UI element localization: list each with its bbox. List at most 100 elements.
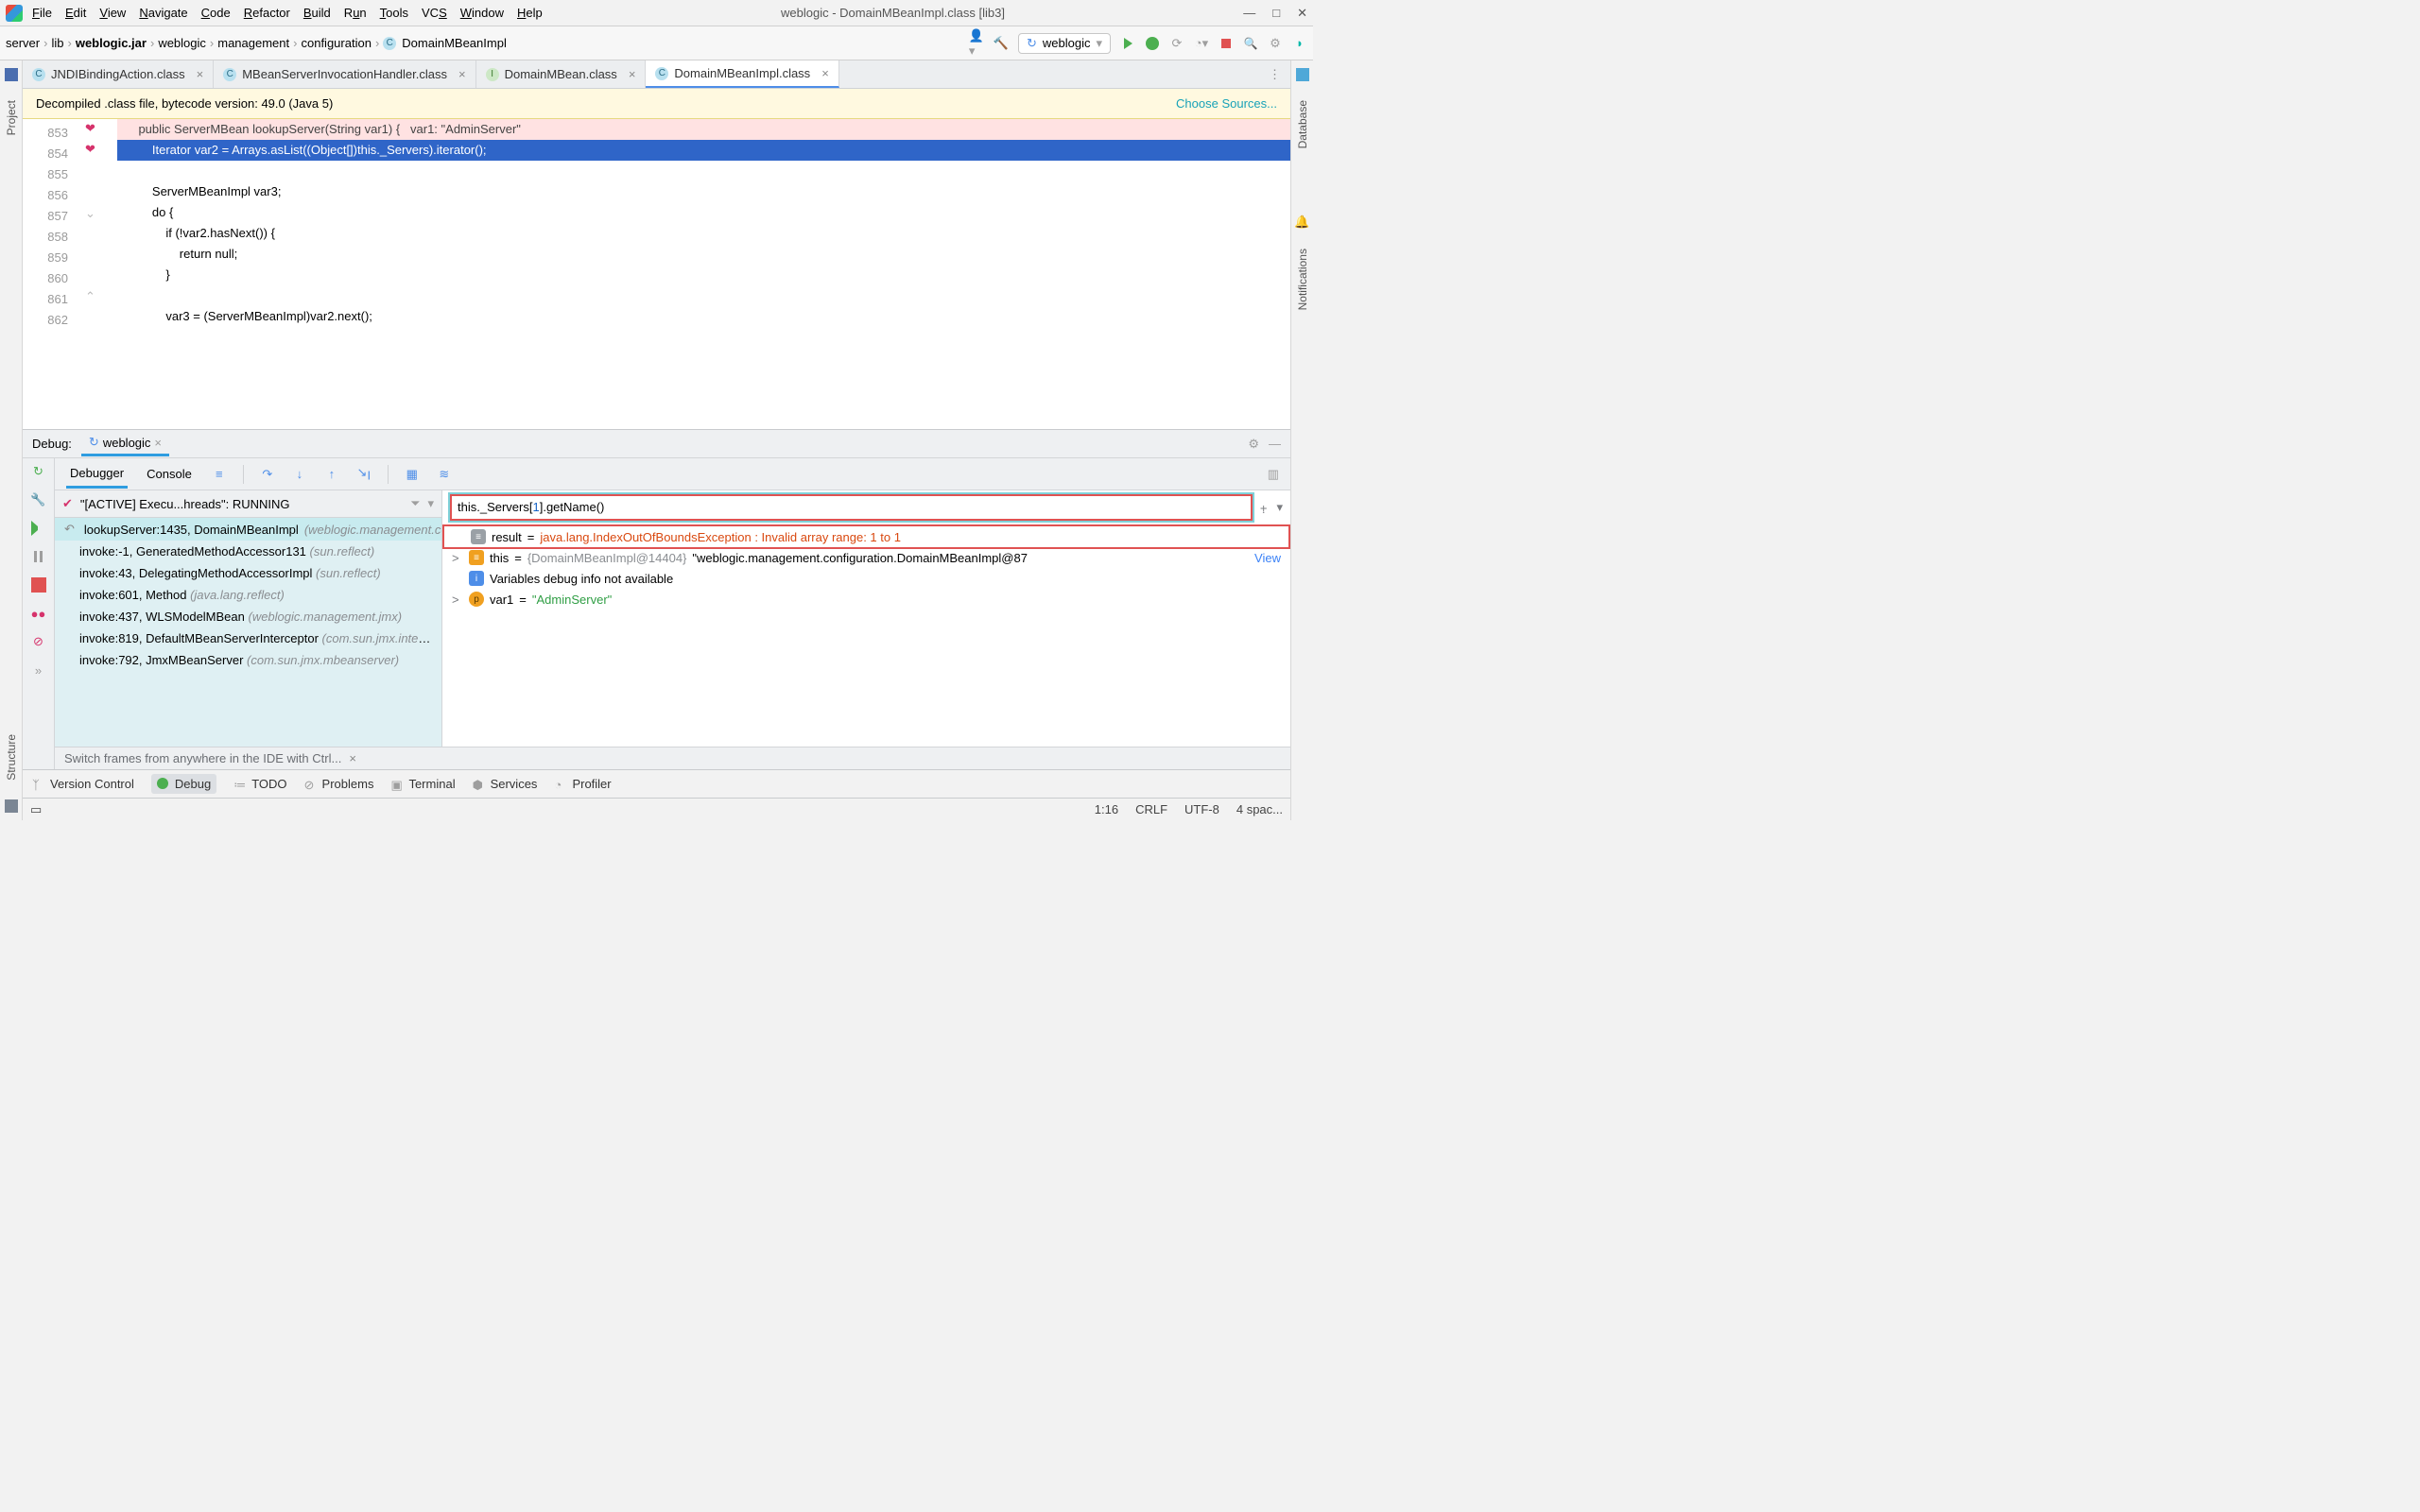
bell-icon[interactable]: 🔔 <box>1294 215 1309 230</box>
crumb-server[interactable]: server <box>6 36 40 50</box>
indent-setting[interactable]: 4 spac... <box>1236 802 1283 816</box>
crumb-configuration[interactable]: configuration <box>301 36 371 50</box>
services-tool-button[interactable]: ⬢Services <box>473 777 538 791</box>
view-breakpoints-button[interactable]: ●● <box>31 606 46 621</box>
close-icon[interactable]: × <box>197 67 204 81</box>
step-out-icon[interactable]: ↑ <box>323 467 340 481</box>
menu-view[interactable]: View <box>99 6 126 20</box>
user-icon[interactable]: 👤▾ <box>969 36 984 51</box>
minimize-button[interactable]: — <box>1243 6 1255 21</box>
stop-button[interactable] <box>1219 36 1234 51</box>
code-editor[interactable]: 853854855856857858859860861862 ❤ ❤ ⌄ ⌃ p… <box>23 119 1290 429</box>
run-to-cursor-icon[interactable]: ↘I <box>355 465 372 483</box>
debug-button[interactable] <box>1145 36 1160 51</box>
close-button[interactable]: ✕ <box>1297 6 1307 21</box>
database-tool-icon[interactable] <box>1296 68 1309 81</box>
tab-domainmbeanimpl[interactable]: CDomainMBeanImpl.class× <box>646 60 838 88</box>
maximize-button[interactable]: □ <box>1272 6 1280 21</box>
structure-tool-icon[interactable] <box>5 799 18 813</box>
resume-button[interactable] <box>31 521 46 536</box>
menu-tools[interactable]: Tools <box>380 6 408 20</box>
run-button[interactable] <box>1120 36 1135 51</box>
crumb-weblogic[interactable]: weblogic <box>158 36 206 50</box>
fold-icon[interactable]: ⌄ <box>85 206 95 221</box>
crumb-class[interactable]: DomainMBeanImpl <box>402 36 507 50</box>
fold-icon[interactable]: ⌃ <box>85 289 95 304</box>
database-tool-label[interactable]: Database <box>1296 100 1309 148</box>
variables-list[interactable]: ≡result = java.lang.IndexOutOfBoundsExce… <box>442 524 1290 747</box>
modify-run-button[interactable]: 🔧 <box>31 492 46 507</box>
evaluate-expression-input[interactable]: this._Servers[1].getName() <box>450 494 1253 521</box>
console-tab[interactable]: Console <box>143 461 196 487</box>
crumb-lib[interactable]: lib <box>51 36 63 50</box>
run-config-selector[interactable]: ↻ weblogic <box>1018 33 1111 54</box>
crumb-management[interactable]: management <box>217 36 289 50</box>
menu-refactor[interactable]: Refactor <box>244 6 290 20</box>
menu-navigate[interactable]: Navigate <box>139 6 187 20</box>
step-into-icon[interactable]: ↓ <box>291 467 308 481</box>
filter-icon[interactable]: ⏷ <box>410 496 420 511</box>
crumb-jar[interactable]: weblogic.jar <box>76 36 147 50</box>
debug-tool-button[interactable]: Debug <box>151 774 216 794</box>
tab-mbeanserver[interactable]: CMBeanServerInvocationHandler.class× <box>214 60 475 88</box>
file-encoding[interactable]: UTF-8 <box>1184 802 1219 816</box>
layout-icon[interactable]: ▥ <box>1268 467 1279 482</box>
evaluate-icon[interactable]: ▦ <box>404 467 421 482</box>
search-icon[interactable] <box>1243 36 1258 51</box>
close-icon[interactable]: × <box>349 751 356 765</box>
status-tool-button[interactable]: ▭ <box>30 802 42 817</box>
profiler-tool-button[interactable]: ◔Profiler <box>554 777 611 791</box>
menu-vcs[interactable]: VCS <box>422 6 447 20</box>
settings-gear-icon[interactable] <box>1248 437 1259 452</box>
menu-run[interactable]: Run <box>344 6 367 20</box>
problems-tool-button[interactable]: ⊘Problems <box>304 777 374 791</box>
add-watch-icon[interactable]: ⨥ <box>1260 500 1268 515</box>
bookmark-icon[interactable]: ❤ <box>85 142 95 157</box>
mute-breakpoints-button[interactable]: ⊘ <box>31 634 46 649</box>
settings-gear-icon[interactable] <box>1268 36 1283 51</box>
close-icon[interactable]: × <box>821 66 829 80</box>
tabs-more-button[interactable] <box>1259 60 1290 88</box>
menu-edit[interactable]: Edit <box>65 6 86 20</box>
tab-domainmbean[interactable]: IDomainMBean.class× <box>476 60 647 88</box>
hammer-build-icon[interactable]: 🔨 <box>994 36 1009 51</box>
line-separator[interactable]: CRLF <box>1135 802 1167 816</box>
minimize-tool-button[interactable]: — <box>1269 437 1281 451</box>
debug-run-tab[interactable]: ↻ weblogic × <box>81 431 169 456</box>
choose-sources-link[interactable]: Choose Sources... <box>1176 96 1277 111</box>
ide-update-icon[interactable]: ◗ <box>1292 36 1307 51</box>
caret-position[interactable]: 1:16 <box>1095 802 1118 816</box>
menu-help[interactable]: Help <box>517 6 543 20</box>
pause-button[interactable] <box>31 549 46 564</box>
structure-tool-label[interactable]: Structure <box>5 734 18 781</box>
debugger-tab[interactable]: Debugger <box>66 460 128 489</box>
stop-button[interactable] <box>31 577 46 593</box>
code-area[interactable]: public ServerMBean lookupServer(String v… <box>117 119 1290 429</box>
menu-build[interactable]: Build <box>303 6 331 20</box>
project-tool-icon[interactable] <box>5 68 18 81</box>
more-debug-button[interactable]: » <box>31 662 46 678</box>
menu-file[interactable]: FFileile <box>32 6 52 20</box>
todo-tool-button[interactable]: ≔TODO <box>233 777 286 791</box>
frames-list[interactable]: ↶lookupServer:1435, DomainMBeanImpl (web… <box>55 518 441 747</box>
step-over-icon[interactable]: ↷ <box>259 467 276 482</box>
menu-code[interactable]: Code <box>201 6 231 20</box>
trace-icon[interactable]: ≋ <box>436 467 453 482</box>
menu-window[interactable]: Window <box>460 6 504 20</box>
tab-jndibinding[interactable]: CJNDIBindingAction.class× <box>23 60 214 88</box>
threads-icon[interactable]: ≡ <box>211 467 228 481</box>
close-icon[interactable]: × <box>629 67 636 81</box>
chevron-down-icon[interactable] <box>427 496 434 511</box>
close-icon[interactable]: × <box>154 436 162 450</box>
vcs-tool-button[interactable]: ᛉVersion Control <box>32 777 134 791</box>
notifications-tool-label[interactable]: Notifications <box>1296 249 1309 310</box>
terminal-tool-button[interactable]: ▣Terminal <box>390 777 455 791</box>
profile-button[interactable]: ◔▾ <box>1194 36 1209 51</box>
bookmark-icon[interactable]: ❤ <box>85 121 95 136</box>
rerun-button[interactable]: ↻ <box>31 464 46 479</box>
close-icon[interactable]: × <box>458 67 466 81</box>
project-tool-label[interactable]: Project <box>5 100 18 135</box>
history-dropdown-icon[interactable] <box>1276 500 1283 515</box>
thread-selector[interactable]: ✔ "[ACTIVE] Execu...hreads": RUNNING ⏷ <box>55 490 441 518</box>
coverage-button[interactable]: ⟳ <box>1169 36 1184 51</box>
